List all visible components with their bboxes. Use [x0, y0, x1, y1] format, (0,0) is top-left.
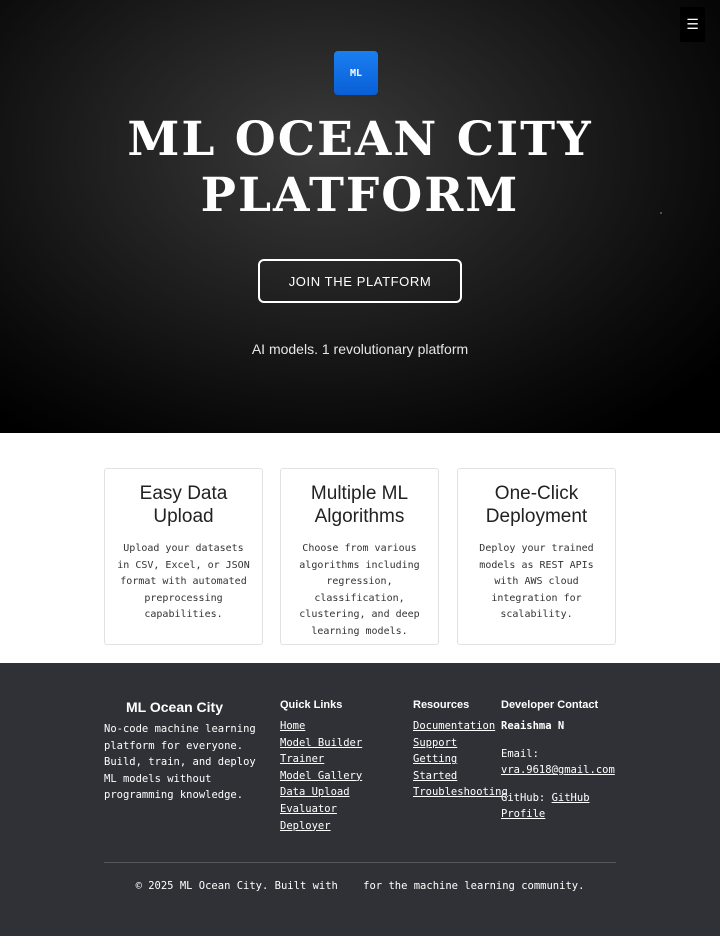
join-platform-button[interactable]: JOIN THE PLATFORM: [258, 259, 462, 303]
footer-developer-contact: Developer Contact Reaishma N Email: vra.…: [501, 699, 619, 823]
footer-brand-description: No-code machine learning platform for ev…: [104, 723, 256, 801]
ml-logo: ML: [334, 51, 378, 95]
menu-icon[interactable]: ☰: [680, 7, 705, 42]
footer-link-deployer[interactable]: Deployer: [280, 818, 410, 835]
developer-email-link[interactable]: vra.9618@gmail.com: [501, 762, 619, 779]
decorative-dot: [660, 212, 662, 214]
feature-description: Choose from various algorithms including…: [299, 543, 420, 637]
feature-card-algorithms: Multiple ML Algorithms Choose from vario…: [280, 468, 439, 645]
footer-link-troubleshooting[interactable]: Troubleshooting: [413, 784, 508, 801]
hero-title-line2: PLATFORM: [200, 168, 520, 223]
footer-link-evaluator[interactable]: Evaluator: [280, 801, 410, 818]
hero-title: ML OCEAN CITY PLATFORM: [0, 112, 720, 224]
feature-description: Upload your datasets in CSV, Excel, or J…: [117, 543, 250, 620]
footer-brand-title: ML Ocean City: [126, 699, 223, 715]
feature-title: Multiple ML Algorithms: [310, 483, 409, 527]
footer-link-support[interactable]: Support: [413, 735, 501, 752]
hero-section: ☰ ML ML OCEAN CITY PLATFORM JOIN THE PLA…: [0, 0, 720, 433]
quick-links-heading: Quick Links: [280, 699, 343, 711]
site-footer: ML Ocean City No-code machine learning p…: [0, 663, 720, 936]
resources-heading: Resources: [413, 699, 470, 711]
features-section: Easy Data Upload Upload your datasets in…: [0, 433, 720, 663]
hero-title-line1: ML OCEAN CITY: [127, 112, 593, 167]
footer-divider: [104, 862, 616, 863]
footer-link-home[interactable]: Home: [280, 718, 410, 735]
footer-link-data-upload[interactable]: Data Upload: [280, 784, 410, 801]
github-label: GitHub:: [501, 791, 546, 804]
feature-title: One-Click Deployment: [485, 483, 588, 527]
footer-link-model-gallery[interactable]: Model Gallery: [280, 768, 410, 785]
hero-tagline: AI models. 1 revolutionary platform: [251, 341, 469, 357]
developer-heading: Developer Contact: [501, 699, 599, 711]
feature-description: Deploy your trained models as REST APIs …: [479, 543, 594, 620]
footer-link-documentation[interactable]: Documentation: [413, 718, 501, 735]
feature-card-data-upload: Easy Data Upload Upload your datasets in…: [104, 468, 263, 645]
copyright-text: © 2025 ML Ocean City. Built with for the…: [135, 880, 585, 892]
email-label: Email:: [501, 747, 539, 760]
footer-quick-links: Quick Links Home Model Builder Trainer M…: [280, 699, 410, 834]
feature-title: Easy Data Upload: [139, 483, 228, 527]
footer-resources: Resources Documentation Support Getting …: [413, 699, 508, 801]
footer-link-model-builder[interactable]: Model Builder: [280, 735, 410, 752]
footer-link-getting-started[interactable]: Getting Started: [413, 751, 501, 784]
feature-card-deployment: One-Click Deployment Deploy your trained…: [457, 468, 616, 645]
footer-link-trainer[interactable]: Trainer: [280, 751, 410, 768]
developer-name: Reaishma N: [501, 720, 565, 732]
